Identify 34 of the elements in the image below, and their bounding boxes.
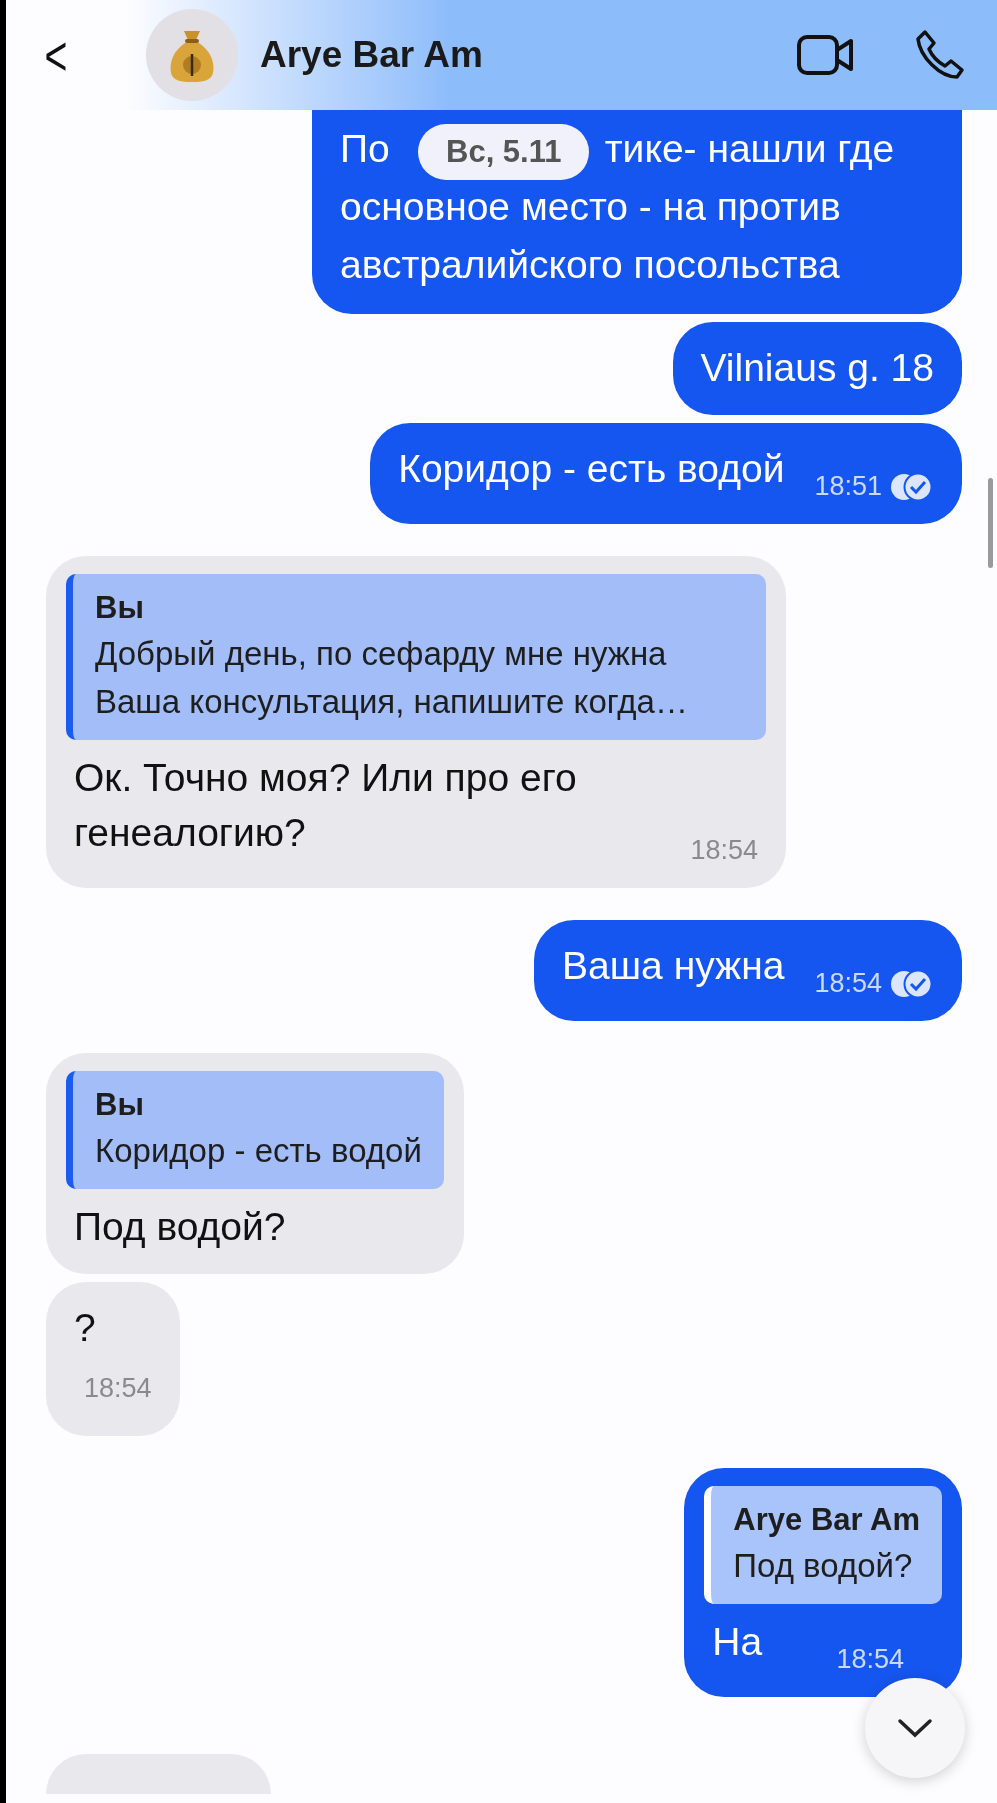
message-text: По [340,127,390,170]
message-text: Под водой? [74,1205,286,1248]
message-text: Vilniaus g. 18 [700,346,934,389]
message-time: 18:54 [690,834,758,867]
message-text: тике- нашли где [604,127,895,170]
message-time: 18:54 [814,956,934,1011]
message-text: Ваша нужна [562,944,785,987]
scrollbar[interactable] [988,478,993,568]
back-button[interactable]: < [35,22,77,88]
read-receipt-icon [890,968,934,999]
message-time: 18:54 [84,1372,152,1405]
message-text: Ок. Точно моя? Или про его генеалогию? [74,756,577,854]
message-time: 18:54 [836,1643,904,1676]
message-time: 18:51 [814,459,934,514]
date-label: Вс, 5.11 [418,124,590,180]
scroll-down-button[interactable] [865,1678,965,1778]
read-receipt-icon [890,471,934,502]
chevron-down-icon [897,1718,933,1738]
contact-name[interactable]: Arye Bar Am [260,34,737,76]
video-call-icon[interactable] [797,34,855,76]
reply-quote[interactable]: Вы Коридор - есть водой [66,1071,444,1189]
message-text: ? [74,1306,96,1349]
quote-author: Вы [95,1086,145,1124]
quote-text: Добрый день, по сефарду мне нужна Ваша консультация, напишите когда… [95,634,689,722]
reply-quote[interactable]: Arye Bar Am Под водой? [704,1486,942,1604]
quote-author: Arye Bar Am [733,1501,920,1539]
reply-quote[interactable]: Вы Добрый день, по сефарду мне нужна Ваша консультация, напишите когда… [66,574,766,740]
message-text: На [712,1620,763,1663]
phone-icon[interactable] [915,29,967,81]
quote-author: Вы [95,589,145,627]
quote-text: Коридор - есть водой [95,1131,422,1171]
quote-text: Под водой? [733,1546,914,1586]
message-text: основное место - на против австралийского посольства [340,185,841,286]
message-text: Коридор - есть водой [398,447,785,490]
